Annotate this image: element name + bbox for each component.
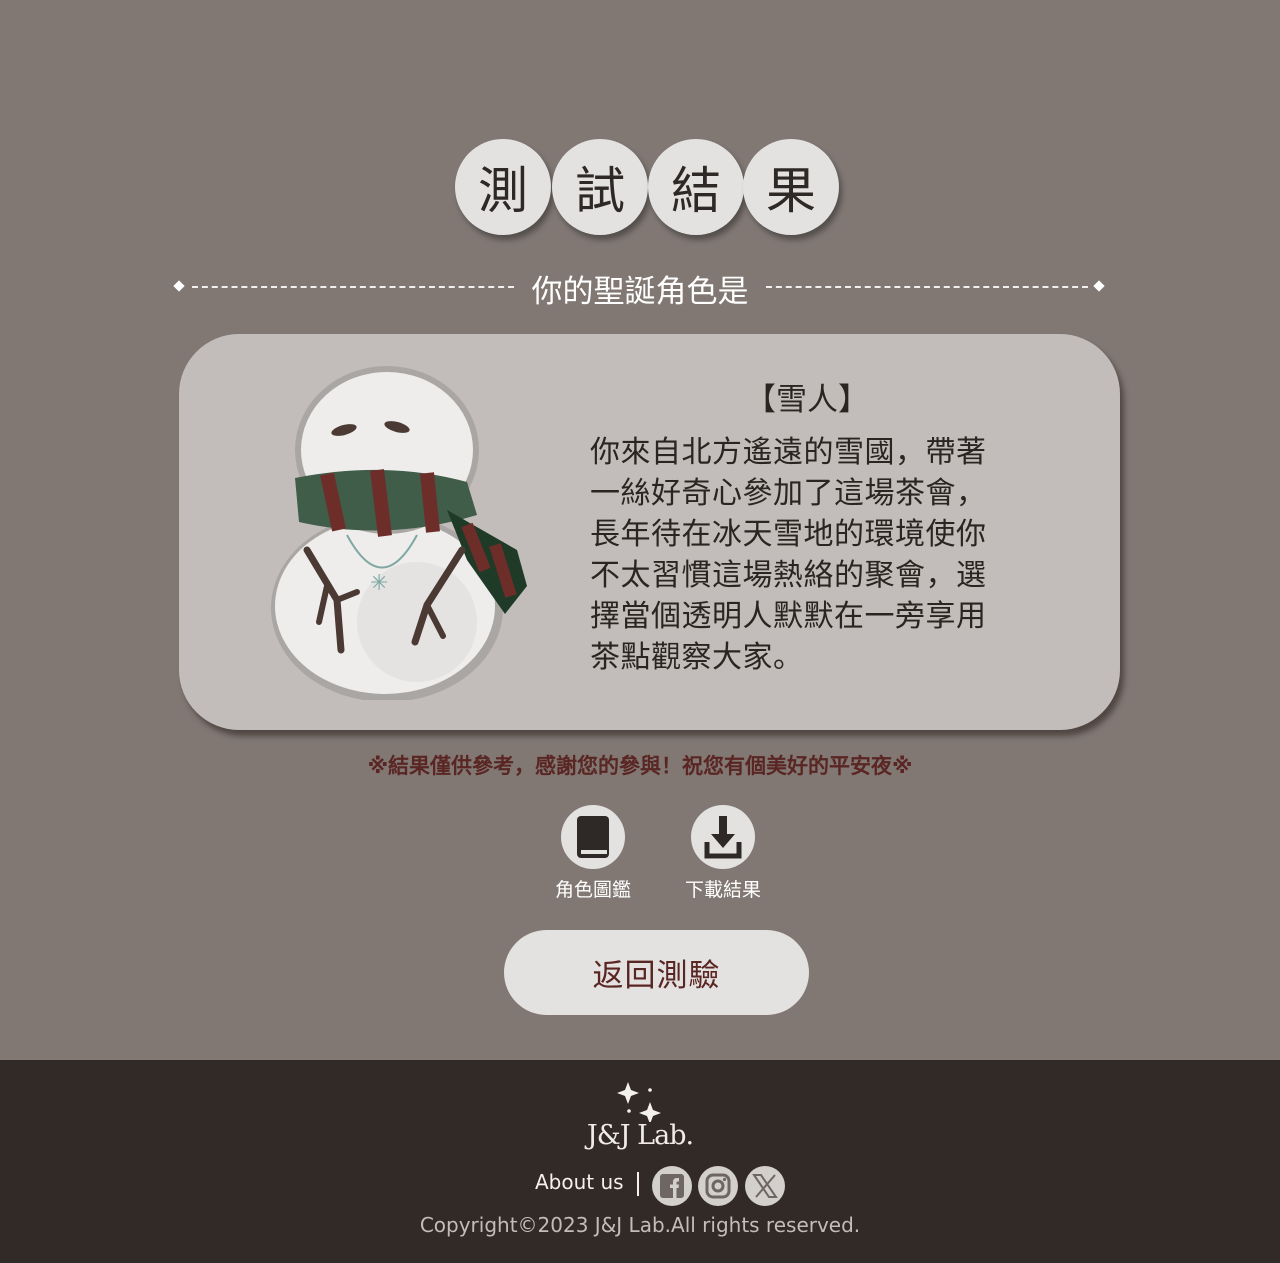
notice-text: ※結果僅供參考，感謝您的參與！祝您有個美好的平安夜※ — [367, 754, 913, 778]
x-icon — [752, 1174, 778, 1198]
book-icon — [577, 816, 609, 858]
download-label: 下載結果 — [684, 879, 761, 901]
gallery-button[interactable]: 角色圖鑑 — [538, 805, 648, 905]
gallery-icon-circle[interactable] — [561, 805, 625, 869]
sparkle-icon — [617, 1082, 661, 1124]
copyright-text: Copyright©2023 J&J Lab.All rights reserv… — [419, 1213, 861, 1237]
role-name: 【雪人】 — [745, 382, 869, 418]
about-us-link[interactable]: About us — [535, 1170, 624, 1194]
x-button[interactable] — [745, 1166, 785, 1206]
title-char-4: 果 — [743, 139, 839, 235]
subtitle-divider: 你的聖誕角色是 — [172, 262, 1108, 312]
download-icon-circle[interactable] — [691, 805, 755, 869]
download-button[interactable]: 下載結果 — [668, 805, 778, 905]
title-char-2: 試 — [552, 139, 648, 235]
facebook-button[interactable] — [652, 1166, 692, 1206]
divider — [637, 1172, 639, 1196]
download-icon — [704, 816, 742, 859]
result-card: ✳ 【雪人】 你來自北方遙遠的雪國，帶著一絲好奇心參加了這場茶會，長年待在冰天雪… — [179, 334, 1120, 730]
snowman-illustration: ✳ — [271, 366, 527, 700]
subtitle: 你的聖誕角色是 — [531, 274, 749, 310]
instagram-button[interactable] — [698, 1166, 738, 1206]
dashed-line-right — [766, 286, 1088, 288]
title-char-3: 結 — [648, 139, 744, 235]
footer: J&J Lab. About us Copyright©2023 J&J Lab… — [0, 1060, 1280, 1263]
title-char-1: 測 — [455, 139, 551, 235]
gallery-label: 角色圖鑑 — [554, 879, 631, 901]
page-title: 測 試 結 果 — [455, 139, 845, 235]
logo-text: J&J Lab. — [586, 1120, 694, 1151]
instagram-icon — [705, 1173, 731, 1199]
svg-text:✳: ✳ — [370, 571, 388, 596]
role-description: 你來自北方遙遠的雪國，帶著一絲好奇心參加了這場茶會，長年待在冰天雪地的環境使你不… — [590, 435, 987, 675]
logo: J&J Lab. — [570, 1078, 710, 1158]
facebook-icon — [660, 1174, 684, 1198]
back-to-quiz-button[interactable]: 返回測驗 — [504, 930, 809, 1015]
result-page: 測 試 結 果 你的聖誕角色是 ✳ 【雪人】 你來自北方遙遠的雪國，帶著一絲好奇… — [0, 0, 1280, 1060]
